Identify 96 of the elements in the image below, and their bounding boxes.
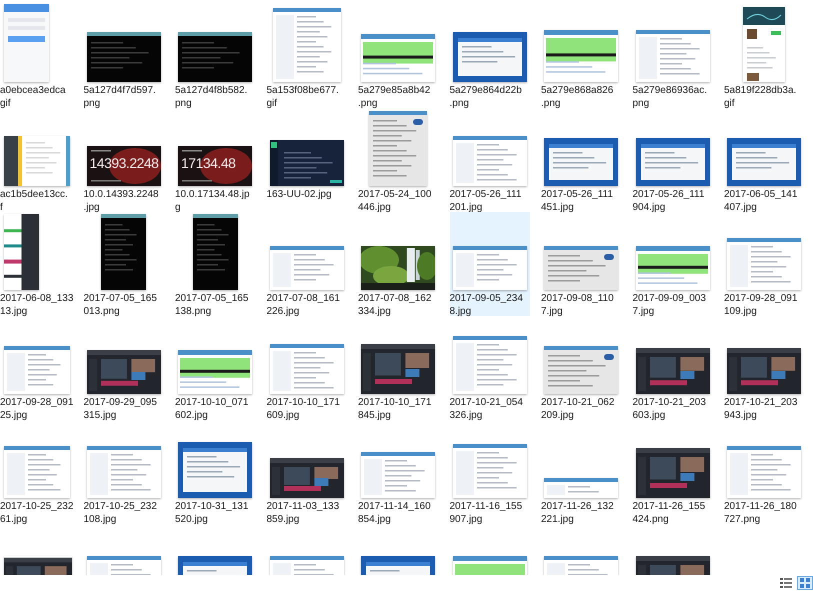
file-tile[interactable]: 2017-11-26_132 221.jpg — [541, 420, 621, 524]
file-name: 5a819f228db3a. gif — [724, 84, 796, 110]
file-name: 2017-11-03_133 859.jpg — [266, 500, 340, 526]
file-tile[interactable]: 5a127d4f7d597. png — [84, 4, 164, 108]
file-name: 2017-11-26_132 221.jpg — [541, 500, 614, 526]
file-tile[interactable]: 5a153f08be677. gif — [266, 4, 346, 108]
file-tile[interactable]: 2017-09-05_234 8.jpg — [450, 212, 530, 316]
file-name: 5a153f08be677. gif — [266, 84, 339, 110]
file-name: 2017-09-08_110 7.jpg — [541, 292, 614, 318]
file-name: 10.0.17134.48.jp g — [175, 188, 250, 214]
file-name: 2017-11-26_180 727.png — [724, 500, 797, 526]
file-name: 2017-05-26_111 451.jpg — [541, 188, 613, 214]
file-name: 2017-10-21_062 209.jpg — [541, 396, 614, 422]
file-tile[interactable]: 5a279e864d22b .png — [450, 4, 530, 108]
file-tile[interactable]: 2017-11-16_155 907.jpg — [450, 420, 530, 524]
file-name: 2017-09-09_003 7.jpg — [632, 292, 706, 318]
file-tile[interactable]: 2017-09-08_110 7.jpg — [541, 212, 621, 316]
file-tile[interactable]: 2017-07-05_165 138.png — [175, 212, 255, 316]
file-name: ac1b5dee13cc. f — [0, 188, 68, 214]
file-tile[interactable]: 2017-10-10_171 609.jpg — [266, 316, 346, 420]
file-tile[interactable]: 2017-07-05_165 013.png — [84, 212, 164, 316]
file-name: 2017-10-10_071 602.jpg — [175, 396, 248, 422]
file-name: 2017-05-24_100 446.jpg — [358, 188, 432, 214]
file-tile[interactable]: 14393.2248 10.0.14393.2248 .jpg — [84, 108, 164, 212]
file-name: 2017-05-26_111 201.jpg — [450, 188, 522, 214]
file-name: 5a127d4f8b582. png — [175, 84, 248, 110]
file-name: 2017-11-14_160 854.jpg — [358, 500, 431, 526]
large-icons-view-icon — [800, 578, 810, 588]
file-name: 2017-06-08_133 13.jpg — [0, 292, 74, 318]
file-tile[interactable]: a0ebcea3edca gif — [0, 4, 72, 108]
file-tile[interactable]: 2017-09-09_003 7.jpg — [632, 212, 712, 316]
file-tile[interactable]: 2017-05-26_111 904.jpg — [632, 108, 712, 212]
file-name: 163-UU-02.jpg — [266, 188, 332, 201]
file-name: 2017-05-26_111 904.jpg — [632, 188, 704, 214]
file-name: 2017-10-10_171 845.jpg — [358, 396, 432, 422]
file-tile[interactable]: 2017-10-21_062 209.jpg — [541, 316, 621, 420]
file-tile[interactable]: 2017-11-03_133 859.jpg — [266, 420, 346, 524]
file-tile[interactable]: 2017-09-28_091 25.jpg — [0, 316, 72, 420]
file-tile[interactable]: 2017-10-21_203 943.jpg — [724, 316, 804, 420]
file-tile[interactable]: 5a279e86936ac. png — [632, 4, 712, 108]
large-icons-view-button[interactable] — [797, 576, 813, 590]
file-name: 2017-10-10_171 609.jpg — [266, 396, 340, 422]
file-tile[interactable]: 2017-10-10_071 602.jpg — [175, 316, 255, 420]
file-name: 2017-07-08_161 226.jpg — [266, 292, 340, 318]
file-tile[interactable]: 2017-05-24_100 446.jpg — [358, 108, 438, 212]
file-tile[interactable]: 5a279e868a826 .png — [541, 4, 621, 108]
file-tile[interactable]: 2017-07-08_162 334.jpg — [358, 212, 438, 316]
file-tile[interactable]: 2017-10-21_203 603.jpg — [632, 316, 712, 420]
file-tile[interactable]: 2017-11-26_180 727.png — [724, 420, 804, 524]
file-name: 2017-11-26_155 424.png — [632, 500, 706, 526]
file-tile[interactable]: 2017-09-29_095 315.jpg — [84, 316, 164, 420]
file-name: 2017-10-31_131 520.jpg — [175, 500, 248, 526]
file-name: 2017-07-05_165 138.png — [175, 292, 248, 318]
file-tile[interactable]: 17134.48 10.0.17134.48.jp g — [175, 108, 255, 212]
file-name: 2017-07-08_162 334.jpg — [358, 292, 432, 318]
file-name: 2017-09-29_095 315.jpg — [84, 396, 157, 422]
file-tile[interactable]: 2017-10-10_171 845.jpg — [358, 316, 438, 420]
file-name: 5a279e86936ac. png — [632, 84, 708, 110]
file-tile[interactable]: 2017-06-08_133 13.jpg — [0, 212, 72, 316]
file-tile[interactable]: 5a127d4f8b582. png — [175, 4, 255, 108]
file-tile[interactable]: 2017-10-25_232 61.jpg — [0, 420, 72, 524]
file-name: 5a127d4f7d597. png — [84, 84, 156, 110]
file-name: 5a279e864d22b .png — [450, 84, 522, 110]
file-name: 2017-10-25_232 108.jpg — [84, 500, 157, 526]
file-tile[interactable]: 2017-09-28_091 109.jpg — [724, 212, 804, 316]
file-tile[interactable]: ac1b5dee13cc. f — [0, 108, 72, 212]
file-tile[interactable]: 2017-07-08_161 226.jpg — [266, 212, 346, 316]
file-name: 2017-09-05_234 8.jpg — [450, 292, 523, 318]
file-tile[interactable]: 5a819f228db3a. gif — [724, 4, 804, 108]
file-name: 5a279e868a826 .png — [541, 84, 614, 110]
file-tile[interactable]: 2017-11-14_160 854.jpg — [358, 420, 438, 524]
file-tile[interactable]: 2017-10-21_054 326.jpg — [450, 316, 530, 420]
file-tile[interactable]: 2017-06-05_141 407.jpg — [724, 108, 804, 212]
file-name: 5a279e85a8b42 .png — [358, 84, 430, 110]
file-tile[interactable]: 2017-05-26_111 201.jpg — [450, 108, 530, 212]
file-name: 2017-09-28_091 25.jpg — [0, 396, 74, 422]
file-name: 2017-10-21_203 943.jpg — [724, 396, 798, 422]
file-name: 10.0.14393.2248 .jpg — [84, 188, 159, 214]
preview-number: 14393.2248 — [90, 155, 158, 171]
file-name: 2017-10-21_054 326.jpg — [450, 396, 523, 422]
file-tile[interactable]: 2017-11-26_155 424.png — [632, 420, 712, 524]
file-tile[interactable]: 163-UU-02.jpg — [266, 108, 346, 212]
file-name: 2017-10-25_232 61.jpg — [0, 500, 74, 526]
details-view-button[interactable] — [778, 576, 794, 590]
file-name: a0ebcea3edca gif — [0, 84, 66, 110]
file-tile[interactable]: 5a279e85a8b42 .png — [358, 4, 438, 108]
file-name: 2017-09-28_091 109.jpg — [724, 292, 798, 318]
file-name: 2017-07-05_165 013.png — [84, 292, 157, 318]
file-tile[interactable]: 2017-05-26_111 451.jpg — [541, 108, 621, 212]
file-name: 2017-06-05_141 407.jpg — [724, 188, 798, 214]
file-tile[interactable]: 2017-10-25_232 108.jpg — [84, 420, 164, 524]
file-name: 2017-10-21_203 603.jpg — [632, 396, 706, 422]
details-view-icon — [780, 578, 792, 588]
file-name: 2017-11-16_155 907.jpg — [450, 500, 522, 526]
preview-number: 17134.48 — [181, 155, 236, 171]
file-tile[interactable]: 2017-10-31_131 520.jpg — [175, 420, 255, 524]
